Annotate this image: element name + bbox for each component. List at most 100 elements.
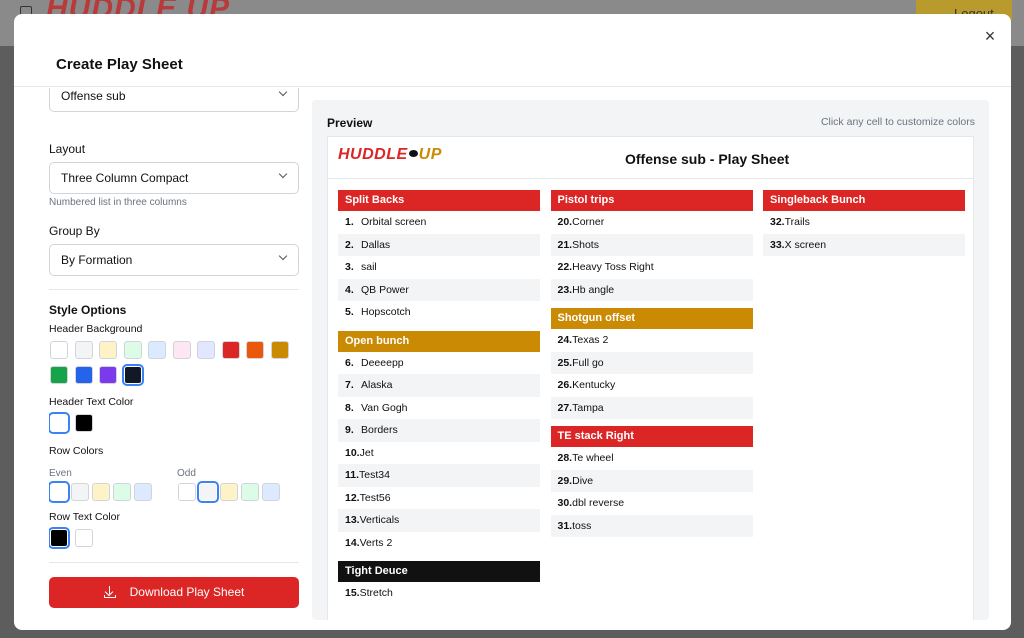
even-row-swatch[interactable] [113, 483, 131, 501]
play-row[interactable]: 9. Borders [338, 419, 540, 442]
play-number: 9. [345, 424, 354, 436]
play-name: Verticals [359, 514, 400, 526]
close-icon[interactable]: × [980, 26, 1000, 46]
play-number: 11. [345, 469, 360, 481]
play-name: Deeeepp [361, 356, 404, 369]
play-row[interactable]: 29.Dive [550, 469, 753, 492]
play-name: dbl reverse [572, 497, 625, 509]
formation-header[interactable]: Split Backs [338, 190, 540, 211]
play-row[interactable]: 28.Te wheel [551, 447, 753, 470]
odd-row-swatch[interactable] [262, 483, 280, 501]
play-row[interactable]: 10.Jet [338, 442, 540, 465]
group-by-select[interactable]: By Formation [49, 244, 299, 276]
play-row[interactable]: 1. Orbital screen [338, 211, 540, 234]
header-bg-swatch[interactable] [123, 341, 142, 359]
row-text-swatch[interactable] [74, 529, 93, 547]
play-name: Test34 [359, 469, 390, 481]
play-name: Orbital screen [361, 216, 427, 228]
play-row[interactable]: 20.Corner [551, 211, 753, 234]
even-row-swatch[interactable] [92, 483, 110, 501]
row-text-color-label: Row Text Color [49, 511, 120, 523]
formation-header[interactable]: TE stack Right [550, 426, 753, 447]
play-number: 2. [345, 238, 354, 251]
header-bg-swatch[interactable] [99, 341, 117, 359]
sheet-select[interactable]: Offense sub [49, 88, 299, 112]
chevron-down-icon [278, 88, 288, 97]
odd-row-swatch[interactable] [178, 483, 196, 501]
chevron-down-icon [278, 169, 288, 179]
header-bg-swatch[interactable] [121, 363, 144, 386]
play-row[interactable]: 7. Alaska [338, 374, 540, 397]
header-bg-swatch[interactable] [50, 341, 68, 359]
formation-group: Split Backs 1. Orbital screen 2. Dallas 3. sai… [338, 190, 540, 324]
formation-header[interactable]: Open bunch [338, 330, 540, 352]
header-text-swatch[interactable] [74, 414, 93, 432]
play-name: sail [361, 261, 377, 273]
play-row[interactable]: 24.Texas 2 [551, 329, 753, 352]
odd-row-swatch[interactable] [241, 483, 259, 501]
even-row-swatch[interactable] [71, 483, 89, 501]
header-bg-swatch[interactable] [197, 341, 215, 359]
play-row[interactable]: 31.toss [550, 514, 753, 537]
play-row[interactable]: 23.Hb angle [550, 278, 753, 301]
play-row[interactable]: 5. Hopscotch [338, 301, 540, 324]
header-bg-swatch[interactable] [99, 365, 117, 384]
formation-header[interactable]: Shotgun offset [550, 308, 753, 329]
header-text-swatch[interactable] [49, 412, 70, 434]
sheet-column: Pistol trips 20.Corner 21.Shots 22.Heavy To… [550, 190, 753, 544]
play-row[interactable]: 11.Test34 [338, 464, 540, 487]
play-row[interactable]: 2. Dallas [338, 233, 540, 256]
download-play-sheet-button[interactable]: Download Play Sheet [49, 577, 299, 608]
formation-header[interactable]: Singleback Bunch [763, 190, 965, 211]
play-number: 23. [557, 283, 573, 296]
formation-group: Pistol trips 20.Corner 21.Shots 22.Heavy To… [550, 190, 753, 301]
play-row[interactable]: 27.Tampa [550, 396, 753, 419]
header-bg-swatch[interactable] [172, 341, 191, 359]
play-row[interactable]: 32.Trails [763, 211, 965, 234]
play-row[interactable]: 8. Van Gogh [338, 397, 540, 420]
download-label: Download Play Sheet [129, 585, 245, 599]
play-row[interactable]: 33.X screen [763, 233, 965, 256]
play-row[interactable]: 22.Heavy Toss Right [551, 256, 753, 279]
play-row[interactable]: 21.Shots [550, 233, 753, 256]
header-bg-swatch[interactable] [246, 341, 264, 359]
even-row-swatch[interactable] [49, 481, 70, 503]
play-name: Van Gogh [361, 401, 408, 414]
layout-select[interactable]: Three Column Compact [49, 162, 299, 194]
formation-header[interactable]: Pistol trips [550, 190, 753, 211]
header-background-label: Header Background [49, 323, 143, 335]
header-bg-swatch[interactable] [148, 341, 166, 359]
play-row[interactable]: 15.Stretch [338, 582, 540, 605]
header-bg-swatch[interactable] [270, 341, 289, 359]
play-number: 22. [557, 261, 573, 273]
odd-label: Odd [177, 468, 196, 479]
play-row[interactable]: 30.dbl reverse [551, 492, 753, 515]
play-number: 28. [557, 452, 573, 464]
football-icon [408, 150, 418, 157]
play-row[interactable]: 6. Deeeepp [338, 352, 540, 375]
header-bg-swatch[interactable] [74, 341, 93, 359]
play-row[interactable]: 3. sail [338, 256, 540, 279]
play-row[interactable]: 14.Verts 2 [338, 532, 540, 555]
formation-group: Shotgun offset 24.Texas 2 25.Full go 26.Ken… [550, 308, 753, 419]
formation-group: TE stack Right 28.Te wheel 29.Dive 30.dbl r… [550, 426, 753, 537]
play-number: 13. [345, 514, 360, 526]
play-name: Shots [572, 238, 599, 251]
formation-header[interactable]: Tight Deuce [338, 561, 540, 582]
odd-row-swatch[interactable] [220, 483, 238, 501]
header-bg-swatch[interactable] [74, 365, 93, 384]
play-name: X screen [784, 238, 827, 251]
sheet-logo: HUDDLE UP [338, 146, 442, 164]
play-row[interactable]: 26.Kentucky [551, 374, 753, 397]
play-row[interactable]: 25.Full go [550, 351, 753, 374]
play-row[interactable]: 12.Test56 [338, 487, 540, 510]
header-bg-swatch[interactable] [50, 365, 68, 384]
even-row-swatch[interactable] [134, 483, 152, 501]
header-bg-swatch[interactable] [221, 341, 240, 359]
row-text-swatch[interactable] [49, 527, 70, 549]
play-number: 32. [770, 216, 785, 228]
odd-row-swatch[interactable] [197, 481, 219, 503]
play-row[interactable]: 13.Verticals [338, 509, 540, 532]
play-name: Te wheel [572, 452, 614, 464]
play-row[interactable]: 4. QB Power [338, 278, 540, 301]
